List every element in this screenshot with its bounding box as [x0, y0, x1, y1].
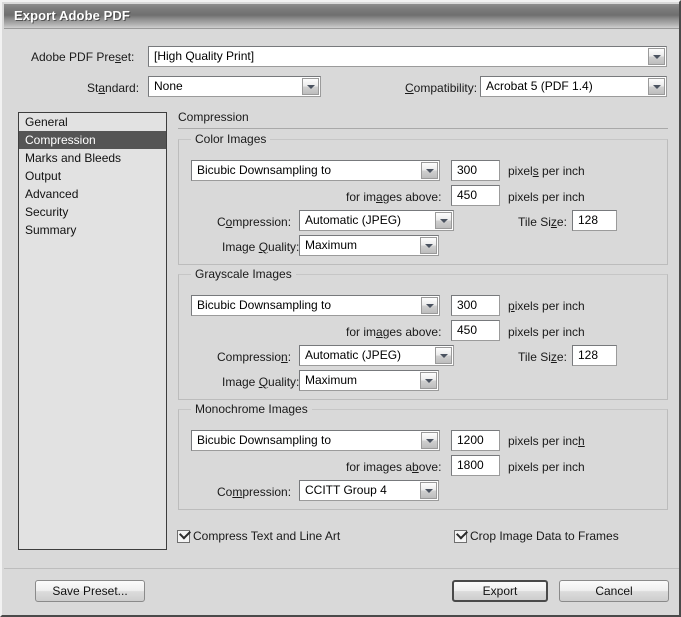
- monochrome-images-above-value: 1800: [457, 458, 484, 472]
- grayscale-images-above-label: for images above:: [346, 325, 441, 339]
- color-ppi-value: 300: [457, 163, 477, 177]
- color-ppi-input[interactable]: 300: [451, 160, 500, 181]
- standard-value: None: [154, 79, 183, 93]
- grayscale-compression-label: Compression:: [217, 350, 291, 364]
- color-images-above-input[interactable]: 450: [451, 185, 500, 206]
- sidebar-item-compression[interactable]: Compression: [19, 131, 166, 149]
- save-preset-button[interactable]: Save Preset...: [35, 580, 145, 602]
- color-above-unit-label: pixels per inch: [508, 190, 585, 204]
- adobe-pdf-preset-dropdown[interactable]: [High Quality Print]: [148, 46, 667, 67]
- monochrome-images-above-input[interactable]: 1800: [451, 455, 500, 476]
- sidebar-item-general[interactable]: General: [19, 113, 166, 131]
- grayscale-tile-size-value: 128: [578, 348, 598, 362]
- dialog-title: Export Adobe PDF: [14, 8, 130, 23]
- grayscale-ppi-input[interactable]: 300: [451, 295, 500, 316]
- grayscale-ppi-unit-label: pixels per inch: [508, 299, 585, 313]
- grayscale-above-unit-label: pixels per inch: [508, 325, 585, 339]
- chevron-down-icon[interactable]: [302, 78, 319, 95]
- chevron-down-icon[interactable]: [421, 297, 438, 314]
- color-image-quality-label: Image Quality:: [222, 240, 299, 254]
- cancel-button[interactable]: Cancel: [559, 580, 669, 602]
- monochrome-ppi-input[interactable]: 1200: [451, 430, 500, 451]
- chevron-down-icon[interactable]: [421, 432, 438, 449]
- monochrome-ppi-unit-label: pixels per inch: [508, 434, 585, 448]
- adobe-pdf-preset-value: [High Quality Print]: [154, 49, 254, 63]
- chevron-down-icon[interactable]: [435, 347, 452, 364]
- sidebar-item-security[interactable]: Security: [19, 203, 166, 221]
- export-button[interactable]: Export: [452, 580, 548, 602]
- color-compression-dropdown[interactable]: Automatic (JPEG): [299, 210, 454, 231]
- grayscale-ppi-value: 300: [457, 298, 477, 312]
- grayscale-compression-value: Automatic (JPEG): [305, 348, 401, 362]
- grayscale-tile-size-input[interactable]: 128: [572, 345, 617, 366]
- chevron-down-icon[interactable]: [421, 162, 438, 179]
- color-image-quality-dropdown[interactable]: Maximum: [299, 235, 439, 256]
- export-adobe-pdf-dialog: Export Adobe PDF Adobe PDF Preset: [High…: [0, 0, 681, 617]
- grayscale-tile-size-label: Tile Size:: [518, 350, 567, 364]
- panel-title-divider: [178, 128, 668, 129]
- chevron-down-icon[interactable]: [435, 212, 452, 229]
- grayscale-image-quality-dropdown[interactable]: Maximum: [299, 370, 439, 391]
- monochrome-ppi-value: 1200: [457, 433, 484, 447]
- compress-text-label: Compress Text and Line Art: [193, 529, 340, 544]
- monochrome-images-above-label: for images above:: [346, 460, 441, 474]
- color-image-quality-value: Maximum: [305, 238, 357, 252]
- color-compression-label: Compression:: [217, 215, 291, 229]
- grayscale-downsample-dropdown[interactable]: Bicubic Downsampling to: [191, 295, 440, 316]
- crop-image-data-label: Crop Image Data to Frames: [470, 529, 619, 544]
- chevron-down-icon[interactable]: [648, 48, 665, 65]
- sidebar-item-advanced[interactable]: Advanced: [19, 185, 166, 203]
- grayscale-images-above-input[interactable]: 450: [451, 320, 500, 341]
- grayscale-images-above-value: 450: [457, 323, 477, 337]
- color-images-above-label: for images above:: [346, 190, 441, 204]
- color-tile-size-value: 128: [578, 213, 598, 227]
- grayscale-compression-dropdown[interactable]: Automatic (JPEG): [299, 345, 454, 366]
- color-images-group-title: Color Images: [191, 132, 270, 146]
- grayscale-image-quality-label: Image Quality:: [222, 375, 299, 389]
- checkbox-icon[interactable]: [454, 530, 467, 543]
- standard-label: Standard:: [87, 81, 139, 95]
- chevron-down-icon[interactable]: [420, 482, 437, 499]
- dialog-titlebar: Export Adobe PDF: [4, 4, 679, 29]
- monochrome-above-unit-label: pixels per inch: [508, 460, 585, 474]
- compatibility-label: Compatibility:: [405, 81, 477, 95]
- grayscale-downsample-value: Bicubic Downsampling to: [197, 298, 331, 312]
- monochrome-images-group-title: Monochrome Images: [191, 402, 312, 416]
- color-ppi-unit-label: pixels per inch: [508, 164, 585, 178]
- adobe-pdf-preset-label: Adobe PDF Preset:: [31, 50, 134, 64]
- color-images-above-value: 450: [457, 188, 477, 202]
- chevron-down-icon[interactable]: [420, 237, 437, 254]
- panel-title: Compression: [178, 110, 249, 124]
- sidebar-item-summary[interactable]: Summary: [19, 221, 166, 239]
- monochrome-downsample-dropdown[interactable]: Bicubic Downsampling to: [191, 430, 440, 451]
- monochrome-compression-dropdown[interactable]: CCITT Group 4: [299, 480, 439, 501]
- monochrome-compression-value: CCITT Group 4: [305, 483, 387, 497]
- grayscale-images-group-title: Grayscale Images: [191, 267, 296, 281]
- chevron-down-icon[interactable]: [648, 78, 665, 95]
- compatibility-dropdown[interactable]: Acrobat 5 (PDF 1.4): [480, 76, 667, 97]
- chevron-down-icon[interactable]: [420, 372, 437, 389]
- checkbox-icon[interactable]: [177, 530, 190, 543]
- grayscale-image-quality-value: Maximum: [305, 373, 357, 387]
- compatibility-value: Acrobat 5 (PDF 1.4): [486, 79, 593, 93]
- color-compression-value: Automatic (JPEG): [305, 213, 401, 227]
- footer-divider: [4, 568, 679, 569]
- color-downsample-value: Bicubic Downsampling to: [197, 163, 331, 177]
- standard-dropdown[interactable]: None: [148, 76, 321, 97]
- monochrome-compression-label: Compression:: [217, 485, 291, 499]
- color-downsample-dropdown[interactable]: Bicubic Downsampling to: [191, 160, 440, 181]
- sidebar-item-output[interactable]: Output: [19, 167, 166, 185]
- settings-category-list[interactable]: General Compression Marks and Bleeds Out…: [18, 112, 167, 550]
- color-tile-size-label: Tile Size:: [518, 215, 567, 229]
- color-tile-size-input[interactable]: 128: [572, 210, 617, 231]
- monochrome-downsample-value: Bicubic Downsampling to: [197, 433, 331, 447]
- sidebar-item-marks-and-bleeds[interactable]: Marks and Bleeds: [19, 149, 166, 167]
